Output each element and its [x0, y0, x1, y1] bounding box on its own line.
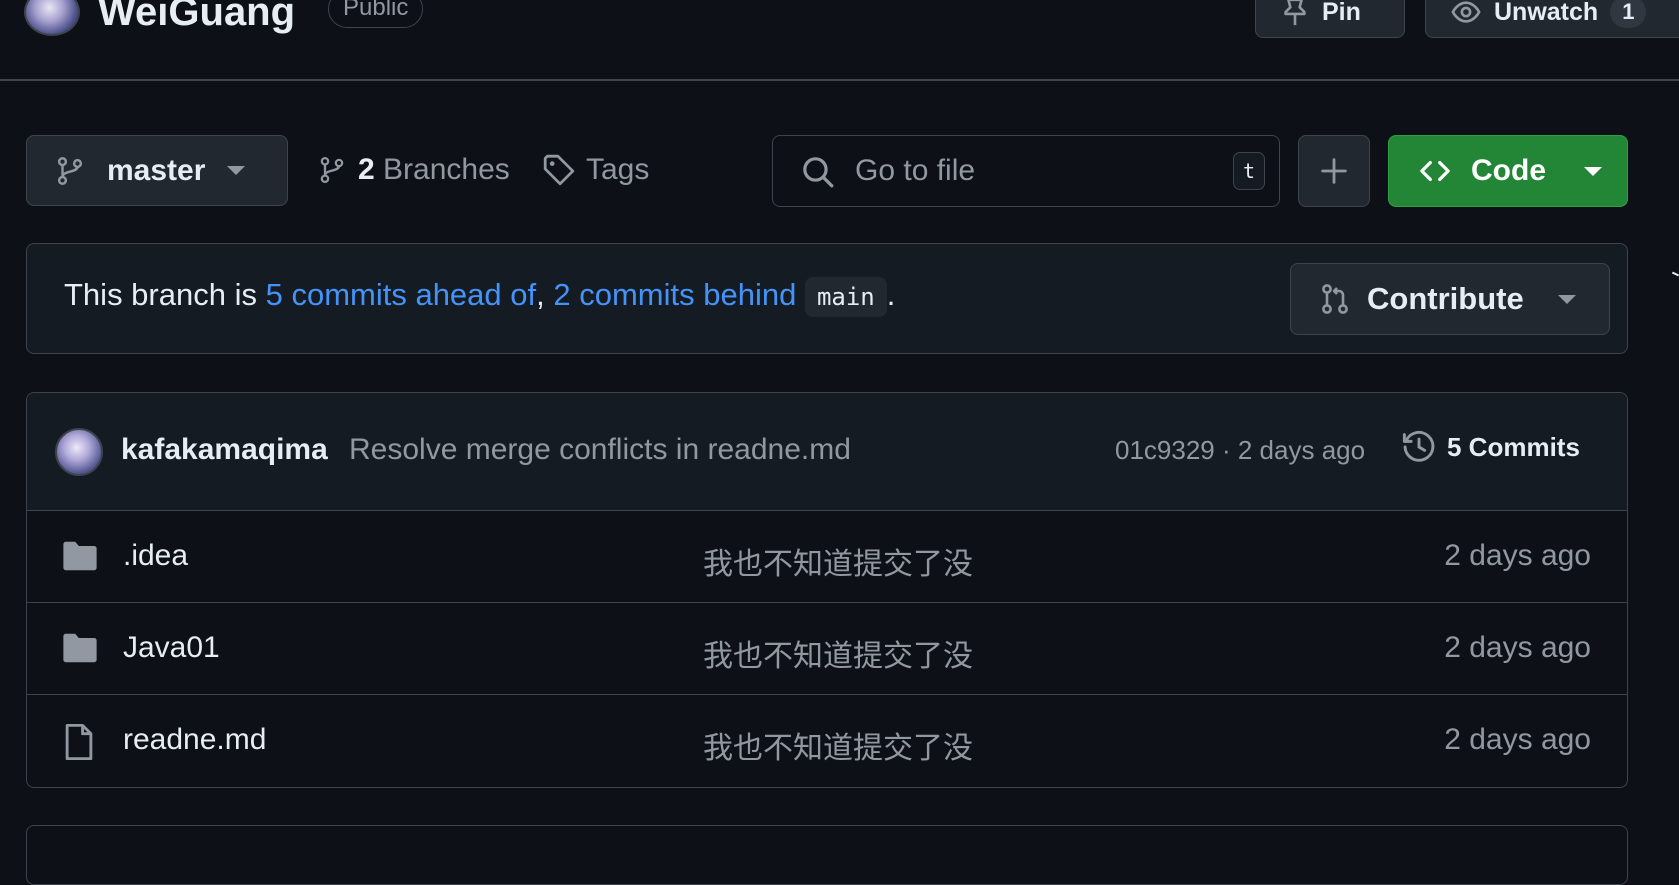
- edge-divider: [1671, 271, 1679, 277]
- git-branch-icon: [318, 153, 346, 187]
- header-divider: [0, 79, 1679, 81]
- branches-count: 2: [358, 153, 375, 186]
- compare-comma: ,: [536, 277, 545, 312]
- compare-prefix: This branch is: [64, 277, 257, 312]
- search-input[interactable]: [853, 150, 1187, 192]
- author-avatar[interactable]: [55, 428, 103, 476]
- history-icon: [1401, 429, 1437, 465]
- commits-behind-link[interactable]: 2 commits behind: [553, 277, 796, 312]
- file-row[interactable]: .idea 我也不知道提交了没 2 days ago: [27, 511, 1627, 603]
- contribute-button[interactable]: Contribute: [1290, 263, 1610, 335]
- chevron-down-icon: [1584, 166, 1602, 176]
- base-branch-code: main: [804, 277, 887, 317]
- file-row[interactable]: readne.md 我也不知道提交了没 2 days ago: [27, 695, 1627, 787]
- git-branch-icon: [55, 154, 85, 188]
- file-commit-message[interactable]: 我也不知道提交了没: [703, 539, 973, 583]
- shortcut-key: t: [1233, 152, 1265, 190]
- repo-name[interactable]: WeiGuang: [98, 0, 295, 36]
- commits-label: 5 Commits: [1447, 431, 1580, 462]
- file-row[interactable]: Java01 我也不知道提交了没 2 days ago: [27, 603, 1627, 695]
- commit-author[interactable]: kafakamaqima: [121, 433, 328, 467]
- tags-label: Tags: [586, 153, 650, 186]
- commits-ahead-link[interactable]: 5 commits ahead of: [266, 277, 537, 312]
- add-file-button[interactable]: [1298, 135, 1370, 207]
- file-commit-message[interactable]: 我也不知道提交了没: [703, 723, 973, 767]
- branch-selector[interactable]: master: [26, 135, 288, 206]
- plus-icon: [1320, 157, 1348, 185]
- pull-request-icon: [1319, 281, 1351, 317]
- branch-name: master: [107, 153, 206, 187]
- file-name[interactable]: readne.md: [123, 723, 266, 757]
- commit-message[interactable]: Resolve merge conflicts in readne.md: [349, 433, 851, 467]
- branch-compare-banner: This branch is 5 commits ahead of, 2 com…: [26, 243, 1628, 354]
- pin-label: Pin: [1322, 0, 1361, 26]
- file-name[interactable]: Java01: [123, 631, 220, 665]
- file-date: 2 days ago: [1444, 723, 1591, 756]
- latest-commit-bar: kafakamaqima Resolve merge conflicts in …: [27, 393, 1627, 511]
- pin-icon: [1280, 0, 1310, 27]
- file-icon: [61, 723, 97, 761]
- folder-icon: [61, 539, 99, 573]
- file-date: 2 days ago: [1444, 539, 1591, 572]
- contribute-label: Contribute: [1367, 281, 1524, 316]
- file-commit-message[interactable]: 我也不知道提交了没: [703, 631, 973, 675]
- search-icon: [801, 155, 835, 189]
- owner-avatar[interactable]: [24, 0, 80, 36]
- readme-panel: [26, 825, 1628, 885]
- compare-text: This branch is 5 commits ahead of, 2 com…: [64, 277, 896, 317]
- compare-suffix: .: [886, 277, 896, 312]
- watch-count: 1: [1610, 0, 1647, 28]
- go-to-file-search[interactable]: t: [772, 135, 1280, 207]
- file-table: kafakamaqima Resolve merge conflicts in …: [26, 392, 1628, 788]
- tag-icon: [542, 153, 576, 187]
- unwatch-label: Unwatch: [1494, 0, 1599, 26]
- visibility-badge: Public: [328, 0, 424, 28]
- pin-button[interactable]: Pin: [1255, 0, 1405, 38]
- code-label: Code: [1471, 154, 1546, 187]
- eye-icon: [1450, 0, 1482, 27]
- branches-label: Branches: [383, 153, 510, 186]
- file-date: 2 days ago: [1444, 631, 1591, 664]
- code-icon: [1417, 156, 1453, 186]
- folder-icon: [61, 631, 99, 665]
- chevron-down-icon: [1557, 294, 1576, 304]
- branches-link[interactable]: 2 Branches: [318, 148, 510, 192]
- commits-history-link[interactable]: 5 Commits: [1401, 429, 1580, 465]
- tags-link[interactable]: Tags: [542, 148, 649, 192]
- unwatch-button[interactable]: Unwatch 1: [1425, 0, 1679, 38]
- code-button[interactable]: Code: [1388, 135, 1628, 207]
- file-name[interactable]: .idea: [123, 539, 188, 573]
- chevron-down-icon: [227, 166, 246, 175]
- commit-meta[interactable]: 01c9329 · 2 days ago: [1115, 435, 1365, 466]
